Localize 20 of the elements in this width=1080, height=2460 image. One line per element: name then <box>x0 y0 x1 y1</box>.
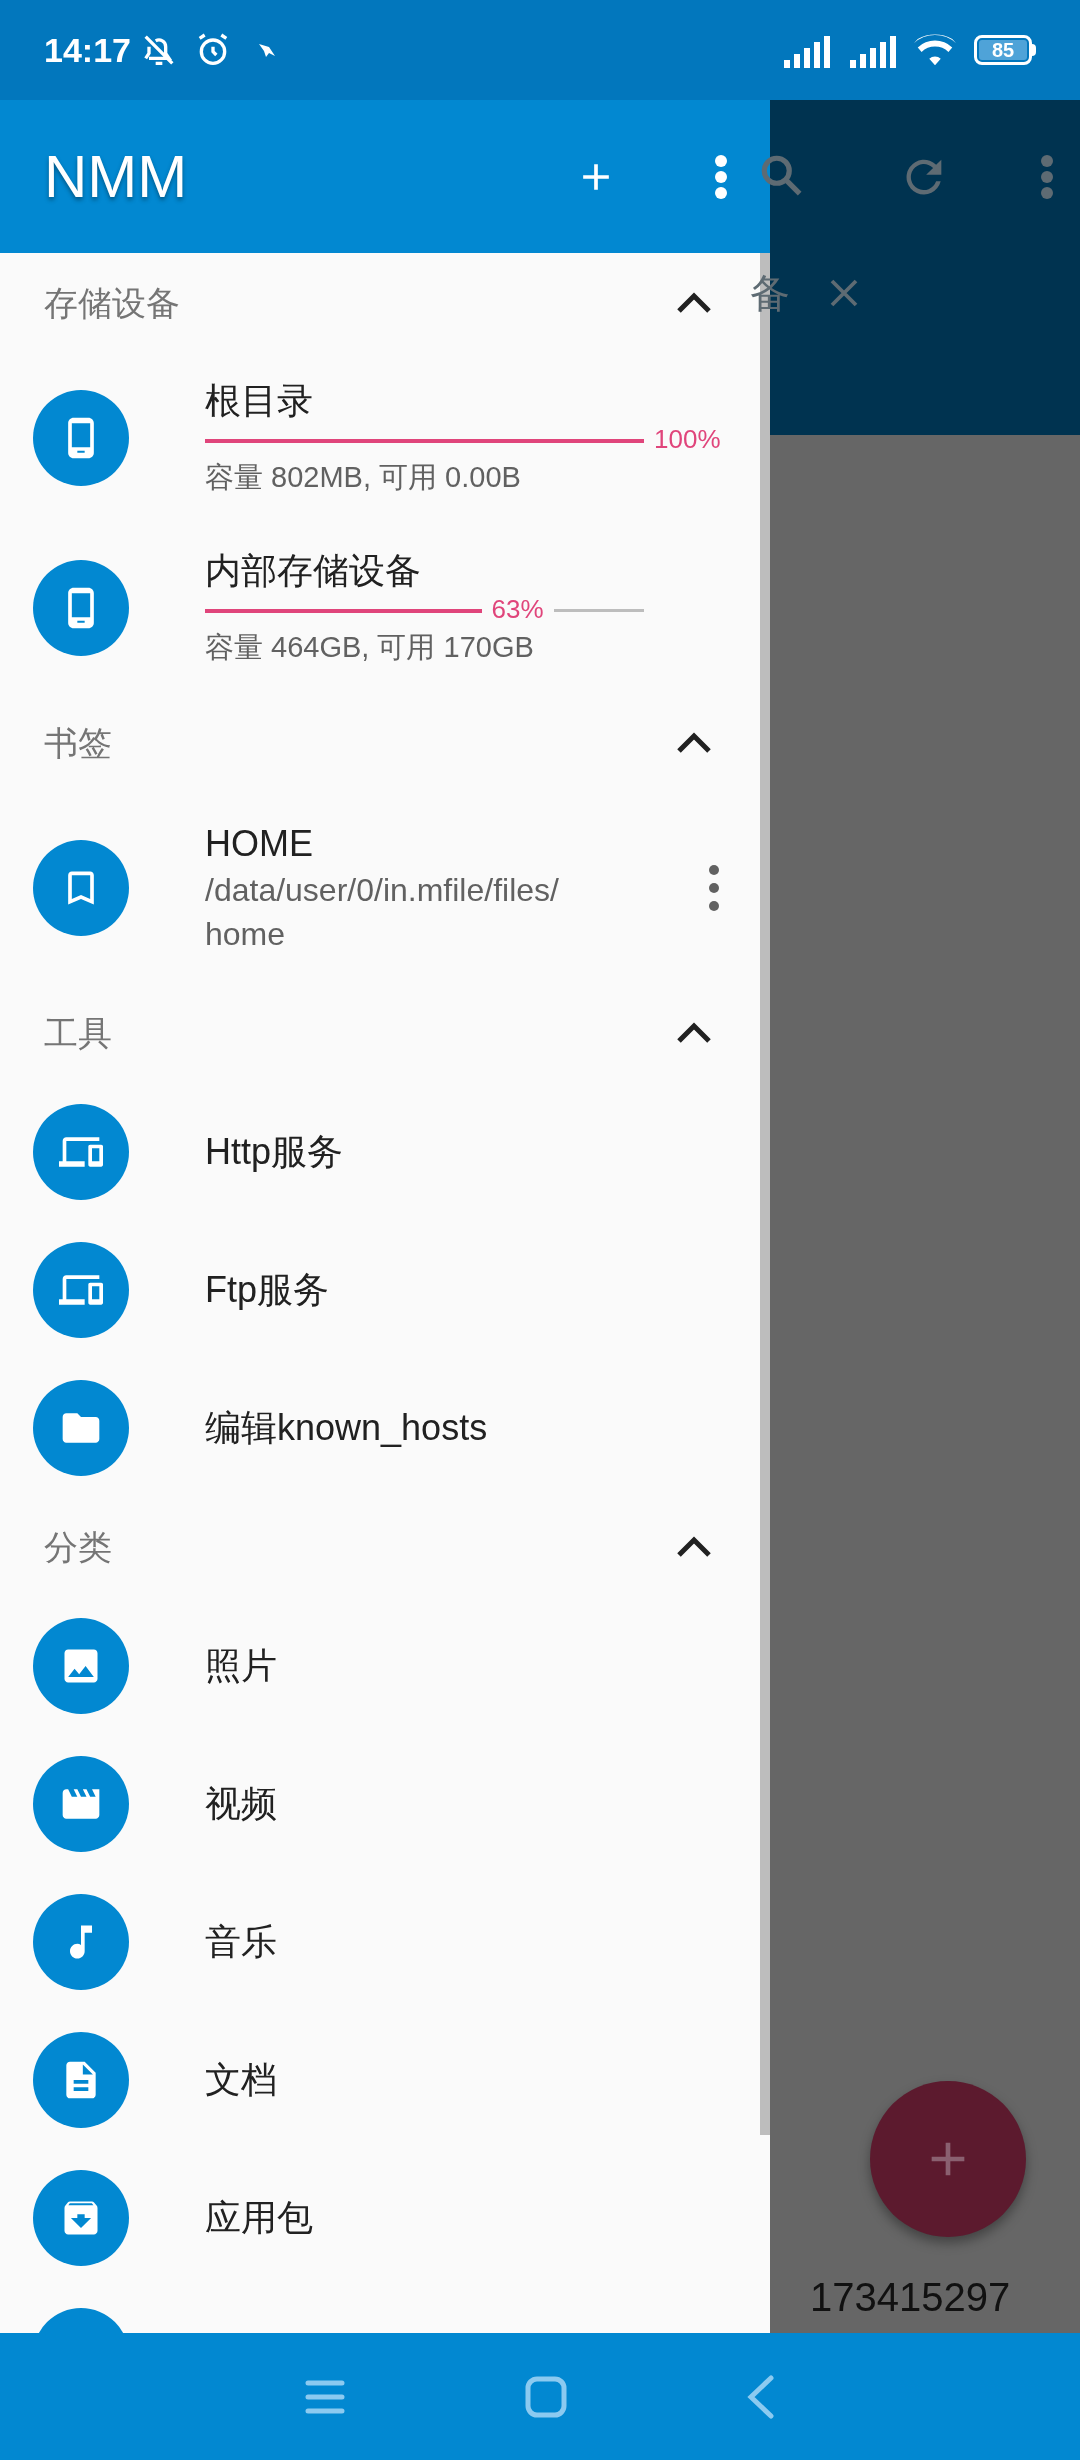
drawer-item[interactable]: 应用包 <box>205 2191 313 2245</box>
drawer-item[interactable]: Http服务 <box>205 1125 344 1179</box>
section-header: 书签 <box>44 722 113 764</box>
bookmark-name[interactable]: HOME <box>205 820 632 868</box>
storage-detail: 容量 802MB, 可用 0.00B <box>205 460 522 495</box>
drawer-item[interactable]: 音乐 <box>205 1915 277 1969</box>
drawer-item[interactable]: 文档 <box>205 2053 277 2107</box>
section-header: 存储设备 <box>44 282 181 324</box>
file-name: 173415297 <box>810 2274 1011 2321</box>
section-header: 工具 <box>44 1012 113 1054</box>
drawer-title: NMM <box>44 141 189 212</box>
drawer-item[interactable]: 视频 <box>205 1777 277 1831</box>
drawer-item[interactable]: Ftp服务 <box>205 1263 329 1317</box>
battery-level: 85 <box>979 40 1027 60</box>
status-time: 14:17 <box>44 29 131 71</box>
drawer-item[interactable]: 照片 <box>205 1639 277 1693</box>
section-header: 分类 <box>44 1526 113 1568</box>
drawer-item[interactable]: 编辑known_hosts <box>205 1401 488 1455</box>
bookmark-path: /data/user/0/in.mfile/files/home <box>205 871 560 954</box>
storage-detail: 容量 464GB, 可用 170GB <box>205 630 535 665</box>
